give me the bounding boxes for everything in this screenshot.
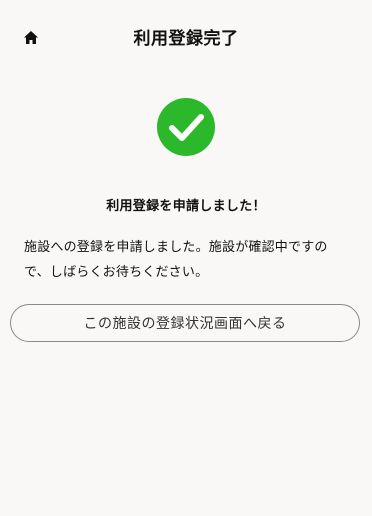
status-message: 施設への登録を申請しました。施設が確認中ですの で、しばらくお待ちください。 xyxy=(24,235,354,285)
back-to-status-button[interactable]: この施設の登録状況画面へ戻る xyxy=(10,304,360,342)
check-circle-icon xyxy=(157,98,215,156)
page-title: 利用登録完了 xyxy=(133,29,239,49)
app-header: 利用登録完了 xyxy=(0,0,372,72)
message-line: 施設への登録を申請しました。施設が確認中ですの xyxy=(24,240,328,255)
message-line: で、しばらくお待ちください。 xyxy=(24,265,209,280)
success-headline: 利用登録を申請しました！ xyxy=(106,199,266,214)
